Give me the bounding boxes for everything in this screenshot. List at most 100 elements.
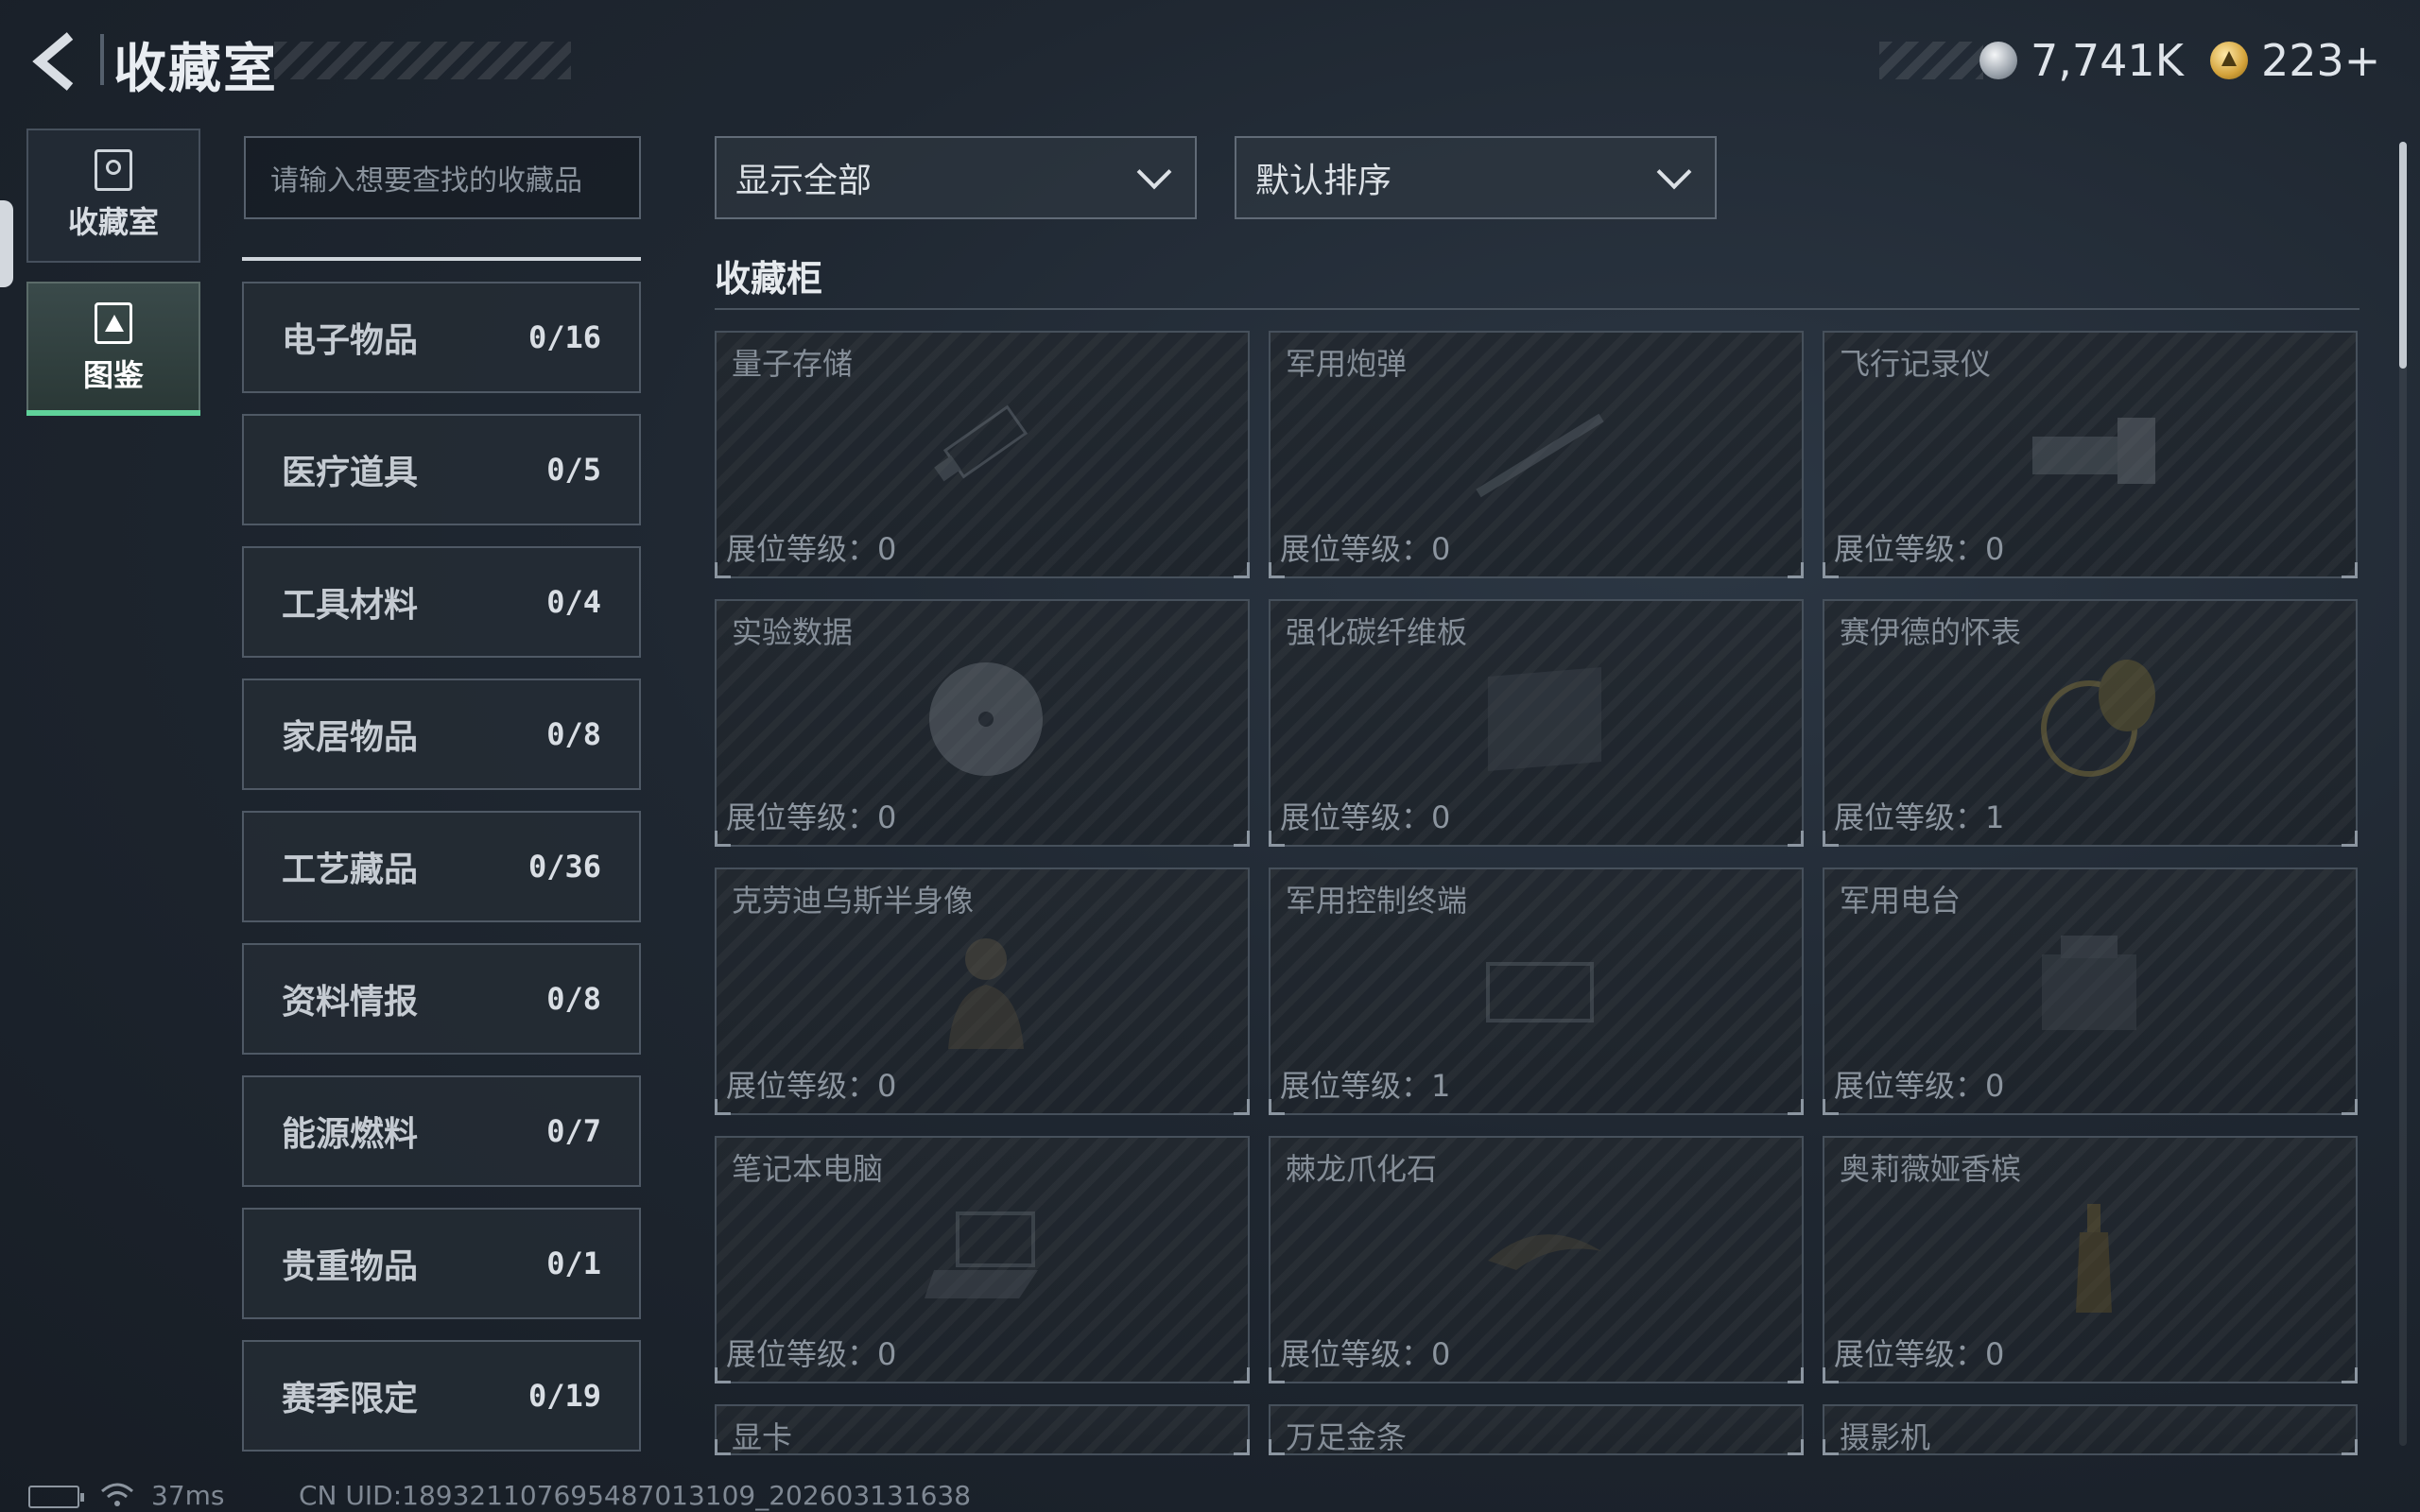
collection-card[interactable]: 笔记本电脑 展位等级：0: [715, 1136, 1250, 1383]
category-crafts[interactable]: 工艺藏品 0/36: [242, 811, 641, 922]
category-name: 医疗道具: [282, 454, 419, 492]
item-name: 摄影机: [1840, 1419, 1931, 1455]
artillery-shell-icon: [1476, 413, 1604, 498]
category-medical[interactable]: 医疗道具 0/5: [242, 414, 641, 525]
page-title: 收藏室: [113, 39, 278, 100]
category-name: 贵重物品: [282, 1247, 419, 1286]
champagne-bottle-icon: [2076, 1204, 2112, 1313]
item-name: 棘龙爪化石: [1286, 1151, 1438, 1187]
category-name: 电子物品: [282, 321, 419, 360]
collection-card[interactable]: 量子存储 展位等级：0: [715, 331, 1250, 578]
currency-silver: 7,741K: [1979, 32, 2184, 89]
category-tools[interactable]: 工具材料 0/4: [242, 546, 641, 658]
category-count: 0/1: [546, 1246, 601, 1281]
currency-decoration: [1879, 42, 1983, 79]
pocket-watch-icon: [2041, 660, 2155, 777]
category-name: 工具材料: [282, 586, 419, 625]
bust-statue-icon: [948, 938, 1024, 1049]
item-name: 笔记本电脑: [732, 1151, 884, 1187]
item-level: 展位等级：1: [1834, 799, 2005, 835]
currency-gold[interactable]: 223+: [2210, 32, 2380, 89]
item-level: 展位等级：0: [1280, 1336, 1451, 1372]
category-name: 家居物品: [282, 718, 419, 757]
collection-card[interactable]: 强化碳纤维板 展位等级：0: [1269, 599, 1804, 847]
category-seasonal[interactable]: 赛季限定 0/19: [242, 1340, 641, 1452]
tab-collection-room[interactable]: 收藏室: [26, 129, 200, 263]
item-name: 军用炮弹: [1286, 346, 1408, 382]
collection-card[interactable]: 棘龙爪化石 展位等级：0: [1269, 1136, 1804, 1383]
scrollbar-thumb[interactable]: [2399, 142, 2407, 369]
search-placeholder: 请输入想要查找的收藏品: [270, 164, 582, 198]
category-intel[interactable]: 资料情报 0/8: [242, 943, 641, 1055]
item-name: 军用电台: [1840, 883, 1962, 919]
collection-card[interactable]: 万足金条: [1269, 1404, 1804, 1455]
item-level: 展位等级：0: [1834, 531, 2005, 567]
collection-card[interactable]: 显卡: [715, 1404, 1250, 1455]
collection-card[interactable]: 赛伊德的怀表 展位等级：1: [1823, 599, 2358, 847]
category-valuables[interactable]: 贵重物品 0/1: [242, 1208, 641, 1319]
chevron-down-icon: [1656, 154, 1692, 190]
item-name: 军用控制终端: [1286, 883, 1468, 919]
collection-card[interactable]: 奥莉薇娅香槟 展位等级：0: [1823, 1136, 2358, 1383]
search-input[interactable]: 请输入想要查找的收藏品: [244, 136, 641, 219]
carbon-plate-icon: [1488, 667, 1601, 771]
item-name: 克劳迪乌斯半身像: [732, 883, 975, 919]
category-household[interactable]: 家居物品 0/8: [242, 679, 641, 790]
tab-label: 收藏室: [67, 204, 159, 240]
wifi-icon: [101, 1483, 133, 1506]
item-name: 奥莉薇娅香槟: [1840, 1151, 2022, 1187]
tab-codex[interactable]: 图鉴: [26, 282, 200, 416]
collection-card[interactable]: 军用炮弹 展位等级：0: [1269, 331, 1804, 578]
fossil-claw-icon: [1488, 1234, 1601, 1270]
category-count: 0/8: [546, 716, 601, 752]
flight-recorder-icon: [2032, 418, 2155, 484]
tab-label: 图鉴: [82, 357, 144, 393]
user-uid: CN UID:189321107695487013109_20260313163…: [299, 1480, 972, 1511]
item-level: 展位等级：0: [726, 1336, 897, 1372]
item-name: 显卡: [732, 1419, 793, 1455]
item-name: 量子存储: [732, 346, 854, 382]
category-count: 0/4: [546, 584, 601, 620]
item-level: 展位等级：0: [726, 1068, 897, 1104]
category-name: 工艺藏品: [282, 850, 419, 889]
back-button[interactable]: [26, 28, 83, 94]
item-name: 赛伊德的怀表: [1840, 614, 2022, 650]
control-terminal-icon: [1486, 962, 1594, 1022]
sort-value: 默认排序: [1255, 162, 1392, 200]
category-fuel[interactable]: 能源燃料 0/7: [242, 1075, 641, 1187]
item-level: 展位等级：0: [726, 531, 897, 567]
title-divider: [100, 34, 104, 85]
collection-card[interactable]: 军用电台 展位等级：0: [1823, 868, 2358, 1115]
search-divider: [242, 257, 641, 261]
collection-card[interactable]: 克劳迪乌斯半身像 展位等级：0: [715, 868, 1250, 1115]
ping-indicator: 37ms: [151, 1480, 225, 1511]
collection-card[interactable]: 实验数据 展位等级：0: [715, 599, 1250, 847]
sort-dropdown[interactable]: 默认排序: [1235, 136, 1717, 219]
collection-card[interactable]: 飞行记录仪 展位等级：0: [1823, 331, 2358, 578]
item-level: 展位等级：0: [1280, 531, 1451, 567]
collection-card[interactable]: 摄影机: [1823, 1404, 2358, 1455]
currency-gold-amount: 223+: [2261, 35, 2381, 86]
category-count: 0/36: [527, 849, 601, 885]
section-title: 收藏柜: [715, 258, 823, 300]
display-filter-dropdown[interactable]: 显示全部: [715, 136, 1197, 219]
gold-coin-icon: [2210, 42, 2248, 79]
category-count: 0/16: [527, 319, 601, 355]
category-name: 能源燃料: [282, 1115, 419, 1154]
side-drawer-handle[interactable]: [0, 200, 13, 287]
category-count: 0/19: [527, 1378, 601, 1414]
display-filter-value: 显示全部: [735, 162, 873, 200]
silver-coin-icon: [1979, 42, 2017, 79]
item-level: 展位等级：0: [726, 799, 897, 835]
category-name: 资料情报: [282, 983, 419, 1022]
item-level: 展位等级：0: [1834, 1336, 2005, 1372]
item-level: 展位等级：0: [1280, 799, 1451, 835]
radio-icon: [2042, 936, 2136, 1030]
trophy-case-icon: [95, 149, 132, 191]
item-name: 实验数据: [732, 614, 854, 650]
collection-card[interactable]: 军用控制终端 展位等级：1: [1269, 868, 1804, 1115]
category-count: 0/5: [546, 452, 601, 488]
category-electronics[interactable]: 电子物品 0/16: [242, 282, 641, 393]
laptop-icon: [925, 1211, 1038, 1298]
section-divider: [715, 308, 2360, 310]
